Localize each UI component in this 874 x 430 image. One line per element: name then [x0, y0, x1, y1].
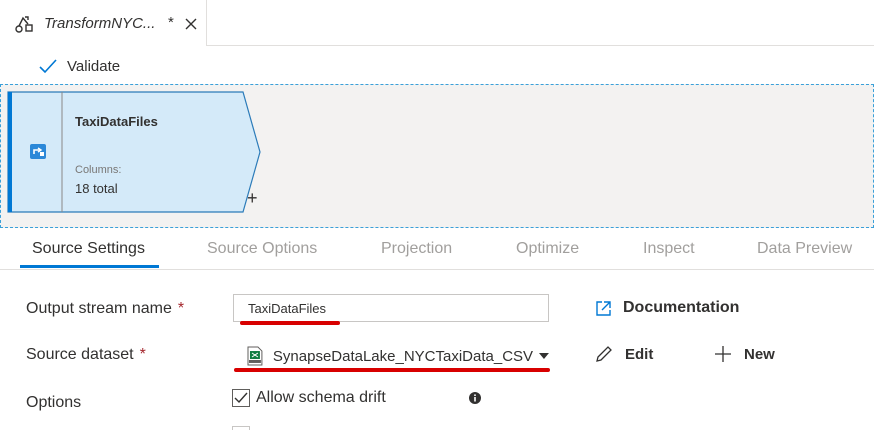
tab-projection[interactable]: Projection	[381, 240, 452, 258]
next-option-checkbox[interactable]	[232, 426, 250, 430]
required-marker: *	[177, 300, 185, 317]
source-dataset-dropdown[interactable]: SynapseDataLake_NYCTaxiData_CSV	[233, 341, 549, 371]
active-tab-indicator	[20, 265, 159, 268]
source-dataset-label: Source dataset *	[26, 346, 146, 364]
tab-title: TransformNYC...	[44, 15, 156, 32]
info-icon[interactable]	[469, 392, 481, 404]
source-icon	[30, 144, 46, 159]
options-label: Options	[26, 394, 82, 411]
annotation-underline-stream	[240, 321, 340, 325]
allow-schema-drift-label: Allow schema drift	[256, 389, 386, 406]
dataflow-canvas[interactable]: TaxiDataFiles Columns: 18 total +	[0, 84, 874, 228]
unsaved-marker: *	[168, 14, 174, 31]
plus-icon	[715, 346, 731, 362]
csv-file-icon	[247, 346, 263, 366]
validate-label: Validate	[67, 57, 121, 75]
tab-optimize[interactable]: Optimize	[516, 240, 579, 258]
open-external-icon	[596, 300, 611, 316]
document-tab[interactable]: TransformNYC... *	[0, 0, 207, 46]
node-columns-count: 18 total	[75, 181, 118, 196]
new-dataset-button[interactable]: New	[714, 345, 775, 363]
output-stream-label-text: Output stream name	[26, 300, 172, 317]
toolbar: Validate	[0, 48, 874, 84]
add-transformation-button[interactable]: +	[247, 189, 258, 207]
settings-tablist: Source Settings Source Options Projectio…	[0, 232, 874, 270]
checkmark-icon	[234, 392, 248, 404]
output-stream-label: Output stream name *	[26, 300, 184, 318]
edit-label: Edit	[625, 345, 654, 363]
source-dataset-value: SynapseDataLake_NYCTaxiData_CSV	[272, 347, 534, 365]
close-icon[interactable]	[183, 16, 199, 32]
source-dataset-label-text: Source dataset	[26, 346, 134, 363]
validate-button[interactable]: Validate	[38, 54, 120, 78]
node-title: TaxiDataFiles	[75, 114, 158, 129]
documentation-label: Documentation	[623, 299, 740, 316]
document-tabstrip: TransformNYC... *	[0, 0, 874, 46]
tab-source-options[interactable]: Source Options	[207, 240, 317, 258]
allow-schema-drift-checkbox[interactable]: Allow schema drift	[232, 389, 386, 407]
output-stream-name-input[interactable]	[233, 294, 549, 322]
checkmark-icon	[39, 59, 57, 74]
edit-pencil-icon	[596, 346, 612, 362]
required-marker: *	[139, 346, 146, 363]
source-node[interactable]: TaxiDataFiles Columns: 18 total	[7, 91, 263, 213]
documentation-link[interactable]: Documentation	[596, 299, 739, 317]
tab-source-settings[interactable]: Source Settings	[32, 240, 145, 258]
new-label: New	[744, 345, 775, 363]
tab-inspect[interactable]: Inspect	[643, 240, 695, 258]
checkbox-box	[232, 389, 250, 407]
annotation-underline-dataset	[234, 368, 550, 372]
edit-dataset-button[interactable]: Edit	[595, 345, 653, 363]
node-columns-label: Columns:	[75, 164, 122, 176]
tab-data-preview[interactable]: Data Preview	[757, 240, 852, 258]
dataflow-icon	[15, 16, 33, 33]
caret-down-icon	[539, 353, 549, 359]
